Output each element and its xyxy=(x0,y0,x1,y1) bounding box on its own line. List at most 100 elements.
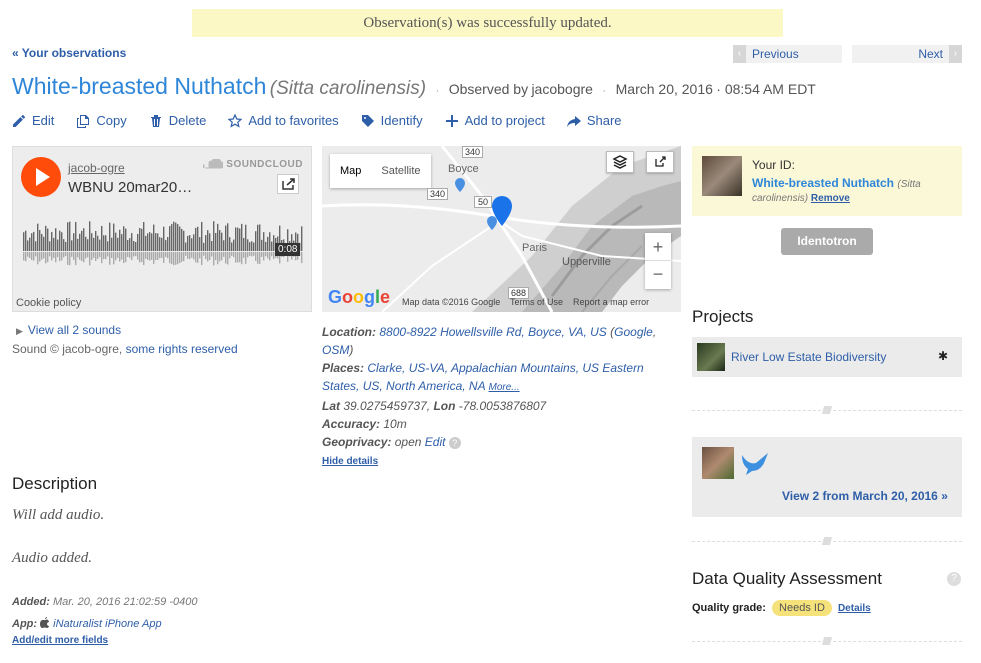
quality-details-link[interactable]: Details xyxy=(838,603,871,614)
previous-button[interactable]: ‹ Previous xyxy=(733,45,842,63)
app-info: App: iNaturalist iPhone App xyxy=(12,617,162,630)
identotron-button[interactable]: Identotron xyxy=(781,228,873,255)
places-list[interactable]: Clarke, US-VA, Appalachian Mountains, US… xyxy=(322,361,644,393)
google-logo: Google xyxy=(328,287,391,307)
external-link-icon xyxy=(655,156,666,167)
share-track-button[interactable] xyxy=(277,174,299,194)
description-paragraph: Will add audio. xyxy=(12,507,105,523)
lon-value: -78.0053876807 xyxy=(458,399,547,413)
zoom-in-button[interactable]: + xyxy=(645,233,671,261)
added-date: Added: Mar. 20, 2016 21:02:59 -0400 xyxy=(12,596,197,608)
add-to-favorites-button[interactable]: Add to favorites xyxy=(228,113,339,128)
map-attribution[interactable]: Map data ©2016 Google Terms of Use Repor… xyxy=(402,297,649,307)
nearby-observations: View 2 from March 20, 2016 » xyxy=(692,437,962,517)
share-button[interactable]: Share xyxy=(566,113,622,128)
quality-grade-label: Quality grade: xyxy=(692,602,766,614)
your-id-taxon-link[interactable]: White-breasted Nuthatch xyxy=(752,176,894,190)
observation-thumbnail[interactable] xyxy=(702,447,734,479)
divider xyxy=(692,637,962,645)
view-all-sounds-link[interactable]: ▶ View all 2 sounds xyxy=(16,323,121,337)
copy-label: Copy xyxy=(96,113,127,128)
sound-license: Sound © jacob-ogre, some rights reserved xyxy=(12,342,238,356)
quality-grade-badge: Needs ID xyxy=(772,600,832,616)
fullscreen-button[interactable] xyxy=(646,151,674,173)
location-label: Location: xyxy=(322,325,376,339)
project-item: River Low Estate Biodiversity ✱ xyxy=(692,337,962,377)
chevron-right-icon: › xyxy=(949,45,962,63)
tag-icon xyxy=(361,114,374,127)
chevron-left-icon: ‹ xyxy=(733,45,746,63)
map-type-satellite[interactable]: Satellite xyxy=(371,154,430,188)
remove-id-link[interactable]: Remove xyxy=(811,193,850,204)
map-type-control: Map Satellite xyxy=(330,154,431,188)
view-all-sounds-label: View all 2 sounds xyxy=(27,323,122,337)
share-icon xyxy=(566,115,581,127)
map-label-upperville: Upperville xyxy=(562,256,611,268)
observation-marker-icon[interactable] xyxy=(492,196,512,226)
copy-button[interactable]: Copy xyxy=(76,113,127,128)
play-button[interactable] xyxy=(21,157,61,197)
osm-link[interactable]: OSM xyxy=(322,343,349,357)
delete-label: Delete xyxy=(168,113,207,128)
separator: · xyxy=(602,83,607,97)
view-similar-link[interactable]: View 2 from March 20, 2016 » xyxy=(782,489,948,503)
app-link[interactable]: iNaturalist iPhone App xyxy=(53,618,161,630)
rights-reserved-link[interactable]: some rights reserved xyxy=(126,342,238,356)
observer-link[interactable]: jacobogre xyxy=(531,81,593,97)
delete-button[interactable]: Delete xyxy=(149,113,207,128)
add-to-project-button[interactable]: Add to project xyxy=(445,113,545,128)
your-id-sci-name-1: (Sitta xyxy=(897,179,921,190)
app-label: App: xyxy=(12,618,38,630)
help-icon[interactable]: ? xyxy=(947,572,961,586)
taxon-photo[interactable] xyxy=(702,156,742,196)
bird-icon[interactable] xyxy=(740,449,772,477)
observation-map[interactable]: Map Satellite Boyce Paris Upperville 340… xyxy=(322,146,681,312)
add-to-project-label: Add to project xyxy=(464,113,545,128)
layers-icon xyxy=(612,155,628,169)
map-label-paris: Paris xyxy=(522,242,548,254)
quality-grade: Quality grade: Needs ID Details xyxy=(692,600,871,616)
gear-icon[interactable]: ✱ xyxy=(938,349,948,363)
waveform[interactable] xyxy=(23,221,303,271)
map-type-map[interactable]: Map xyxy=(330,154,371,188)
external-share-icon xyxy=(282,178,295,190)
lat-value: 39.0275459737, xyxy=(343,399,431,413)
google-maps-link[interactable]: Google xyxy=(614,325,653,339)
action-bar: Edit Copy Delete Add to favorites Identi… xyxy=(12,113,622,128)
more-places-link[interactable]: More... xyxy=(489,382,520,393)
add-edit-fields-link[interactable]: Add/edit more fields xyxy=(12,635,108,646)
zoom-out-button[interactable]: − xyxy=(645,261,671,289)
add-to-favorites-label: Add to favorites xyxy=(248,113,339,128)
triangle-right-icon: ▶ xyxy=(16,326,23,336)
previous-label: Previous xyxy=(752,47,799,61)
location-link[interactable]: 8800-8922 Howellsville Rd, Boyce, VA, US xyxy=(379,325,606,339)
hide-details-link[interactable]: Hide details xyxy=(322,456,378,467)
places-label: Places: xyxy=(322,361,365,375)
edit-button[interactable]: Edit xyxy=(12,113,54,128)
geoprivacy-edit-link[interactable]: Edit xyxy=(425,435,446,449)
scientific-name: (Sitta carolinensis) xyxy=(269,78,427,99)
added-label: Added: xyxy=(12,596,50,608)
your-id-taxon: White-breasted Nuthatch (Sitta xyxy=(752,176,921,190)
observed-by-label: Observed by xyxy=(448,81,529,97)
next-label: Next xyxy=(918,47,943,61)
your-observations-link[interactable]: « Your observations xyxy=(12,46,126,60)
lat-label: Lat xyxy=(322,399,340,413)
divider xyxy=(692,537,962,545)
help-icon[interactable]: ? xyxy=(448,436,461,449)
project-icon[interactable] xyxy=(697,343,725,371)
map-label-boyce: Boyce xyxy=(448,163,479,175)
cookie-policy-link[interactable]: Cookie policy xyxy=(16,297,81,309)
observed-date-link[interactable]: March 20, 2016 xyxy=(616,81,713,97)
identify-button[interactable]: Identify xyxy=(361,113,423,128)
geoprivacy-value: open xyxy=(394,435,422,449)
pencil-icon xyxy=(13,114,26,127)
project-link[interactable]: River Low Estate Biodiversity xyxy=(731,350,886,364)
copy-icon xyxy=(77,114,90,128)
added-value: Mar. 20, 2016 21:02:59 -0400 xyxy=(52,596,198,608)
route-shield: 340 xyxy=(462,146,484,158)
next-button[interactable]: › Next xyxy=(852,45,962,63)
layers-button[interactable] xyxy=(606,151,634,173)
track-title[interactable]: WBNU 20mar20… xyxy=(68,179,192,196)
soundcloud-user-link[interactable]: jacob-ogre xyxy=(68,161,125,175)
